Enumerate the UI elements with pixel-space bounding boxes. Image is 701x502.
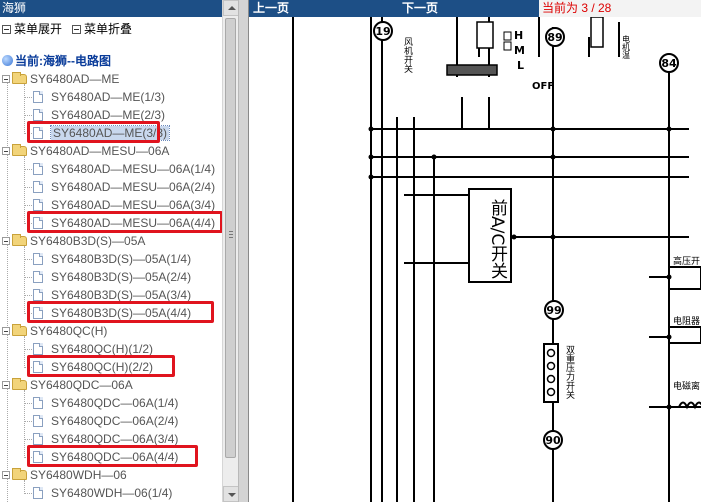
- document-icon: [33, 397, 43, 409]
- tree-item[interactable]: SY6480WDH—06(1/4): [33, 484, 172, 502]
- fan-speed-m: M: [514, 44, 525, 57]
- document-icon: [33, 181, 43, 193]
- scroll-down-arrow-icon[interactable]: [223, 486, 239, 502]
- tree-scrollbar[interactable]: [222, 0, 239, 502]
- tree-item[interactable]: SY6480AD—ME(3/3): [33, 124, 171, 142]
- tree-item[interactable]: SY6480B3D(S)—05A(3/4): [33, 286, 191, 304]
- collapse-toggle-icon[interactable]: [2, 381, 10, 389]
- fan-speed-h: H: [514, 29, 523, 42]
- page-indicator: 当前为 3 / 28: [542, 1, 612, 15]
- collapse-toggle-icon[interactable]: [2, 147, 10, 155]
- document-icon: [33, 253, 43, 265]
- tree-folder[interactable]: SY6480AD—ME: [2, 70, 119, 88]
- tree-folder[interactable]: SY6480WDH—06: [2, 466, 127, 484]
- tree-root[interactable]: 当前:海狮--电路图: [2, 52, 111, 70]
- resistor-label: 电阻器: [673, 315, 700, 327]
- document-icon: [33, 217, 43, 229]
- diagram-viewer: 上一页 下一页 当前为 3 / 28 风机开关 H M L OFF 电机温 前A…: [249, 0, 701, 502]
- tree-item[interactable]: SY6480AD—ME(1/3): [33, 88, 165, 106]
- document-icon: [33, 433, 43, 445]
- document-icon: [33, 199, 43, 211]
- document-icon: [33, 271, 43, 283]
- document-icon: [33, 487, 43, 499]
- folder-icon: [12, 468, 27, 480]
- document-icon: [33, 91, 43, 103]
- computer-icon: [2, 55, 13, 66]
- document-icon: [33, 307, 43, 319]
- circuit-diagram: 风机开关 H M L OFF 电机温 前A/C开关 双重压力开关 高压开 电阻器…: [292, 17, 701, 502]
- collapse-toggle-icon[interactable]: [2, 237, 10, 245]
- wire-number-84: 84: [661, 57, 677, 70]
- wire-number-99: 99: [546, 304, 561, 317]
- document-icon: [33, 415, 43, 427]
- document-icon: [33, 127, 43, 139]
- tree-item[interactable]: SY6480AD—MESU—06A(3/4): [33, 196, 215, 214]
- wire-number-19: 19: [375, 25, 390, 38]
- ac-switch-label: 前A/C开关: [487, 199, 508, 279]
- tree-item[interactable]: SY6480AD—MESU—06A(2/4): [33, 178, 215, 196]
- collapse-toggle-icon[interactable]: [2, 471, 10, 479]
- tree-folder[interactable]: SY6480AD—MESU—06A: [2, 142, 169, 160]
- fan-switch-label: 风机开关: [402, 37, 413, 74]
- pane-splitter[interactable]: [238, 0, 249, 502]
- tree-folder[interactable]: SY6480QC(H): [2, 322, 107, 340]
- tree-item[interactable]: SY6480QDC—06A(2/4): [33, 412, 178, 430]
- pressure-switch-label: 双重压力开关: [564, 345, 575, 400]
- next-page-link[interactable]: 下一页: [402, 0, 438, 17]
- panel-title: 海狮: [0, 0, 222, 17]
- tree-item[interactable]: SY6480QDC—06A(1/4): [33, 394, 178, 412]
- document-icon: [33, 451, 43, 463]
- document-icon: [33, 361, 43, 373]
- collapse-toggle-icon[interactable]: [2, 327, 10, 335]
- high-pressure-label: 高压开: [673, 255, 700, 267]
- tree-item[interactable]: SY6480B3D(S)—05A(2/4): [33, 268, 191, 286]
- collapse-box-icon: [72, 25, 81, 34]
- fan-speed-off: OFF: [532, 81, 554, 92]
- folder-icon: [12, 234, 27, 246]
- folder-icon: [12, 144, 27, 156]
- folder-icon: [12, 378, 27, 390]
- collapse-toggle-icon[interactable]: [2, 75, 10, 83]
- folder-icon: [12, 72, 27, 84]
- fan-speed-l: L: [517, 59, 524, 72]
- tree-item[interactable]: SY6480QDC—06A(4/4): [33, 448, 178, 466]
- tree-item[interactable]: SY6480QDC—06A(3/4): [33, 430, 178, 448]
- menu-toolbar: 菜单展开 菜单折叠: [0, 20, 222, 38]
- tree-item[interactable]: SY6480QC(H)(2/2): [33, 358, 153, 376]
- tree-item[interactable]: SY6480B3D(S)—05A(1/4): [33, 250, 191, 268]
- grip-icon: [229, 231, 233, 238]
- wire-number-89: 89: [547, 31, 562, 44]
- tree-item[interactable]: SY6480AD—MESU—06A(4/4): [33, 214, 215, 232]
- document-icon: [33, 163, 43, 175]
- tree-item[interactable]: SY6480B3D(S)—05A(4/4): [33, 304, 191, 322]
- expand-all-button[interactable]: 菜单展开: [2, 20, 62, 38]
- menu-tree-panel: 海狮 菜单展开 菜单折叠 当前:海狮--电路图 SY6480AD—ME SY648…: [0, 0, 238, 502]
- expand-box-icon: [2, 25, 11, 34]
- collapse-all-button[interactable]: 菜单折叠: [72, 20, 132, 38]
- wire-number-90: 90: [545, 434, 561, 447]
- document-icon: [33, 109, 43, 121]
- scrollbar-thumb[interactable]: [225, 18, 236, 458]
- tree-folder[interactable]: SY6480QDC—06A: [2, 376, 133, 394]
- document-icon: [33, 343, 43, 355]
- scroll-up-arrow-icon[interactable]: [223, 0, 239, 16]
- document-icon: [33, 289, 43, 301]
- electromagnet-label: 电磁离: [673, 380, 700, 392]
- tree-item[interactable]: SY6480AD—ME(2/3): [33, 106, 165, 124]
- motor-label: 电机温: [622, 34, 631, 60]
- tree-item[interactable]: SY6480QC(H)(1/2): [33, 340, 153, 358]
- prev-page-link[interactable]: 上一页: [253, 0, 289, 17]
- tree-item[interactable]: SY6480AD—MESU—06A(1/4): [33, 160, 215, 178]
- folder-icon: [12, 324, 27, 336]
- page-nav-bar: 上一页 下一页 当前为 3 / 28: [249, 0, 701, 17]
